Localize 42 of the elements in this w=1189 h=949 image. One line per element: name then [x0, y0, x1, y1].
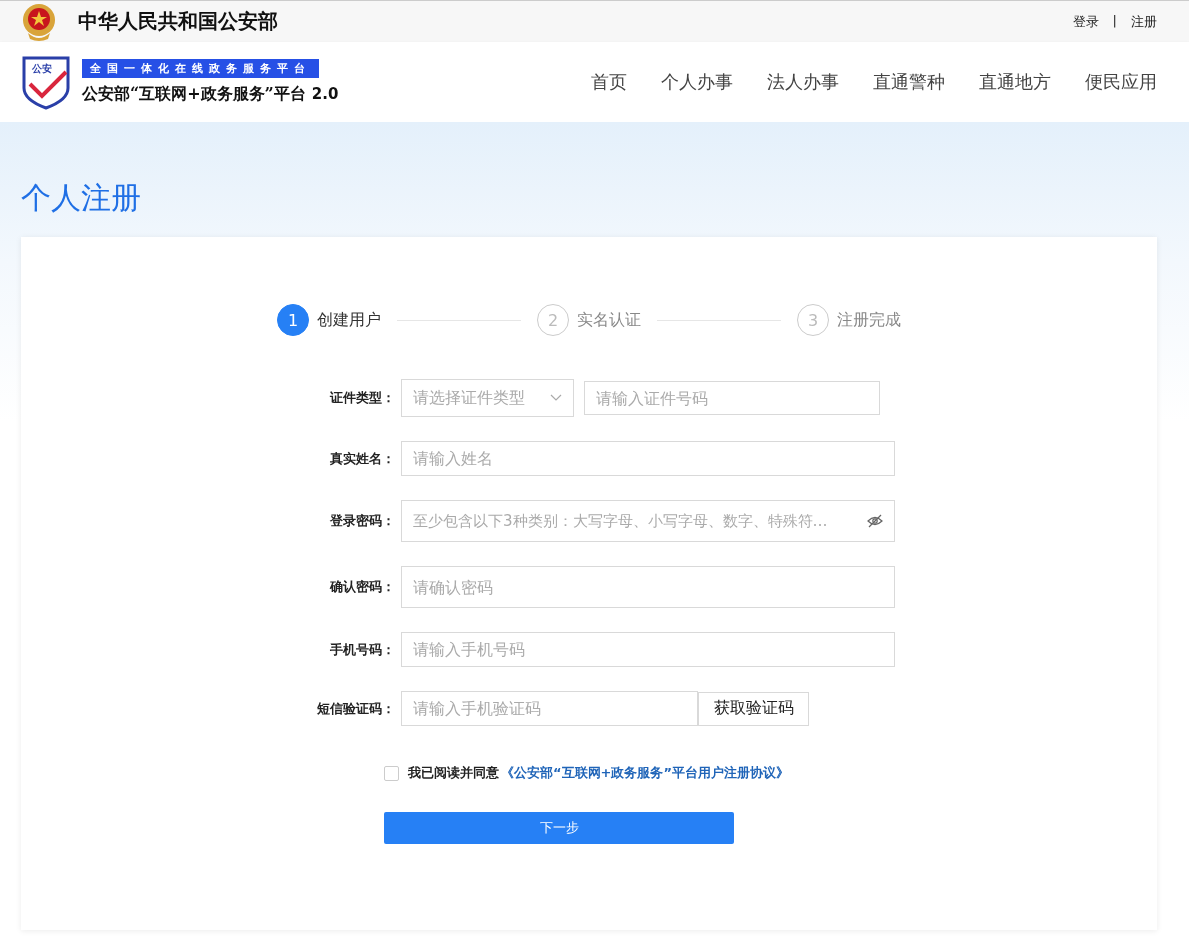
get-code-button[interactable]: 获取验证码	[698, 691, 809, 726]
shield-icon	[20, 54, 72, 110]
field-label: 手机号码：	[329, 640, 396, 659]
site-title: 中华人民共和国公安部	[78, 8, 278, 35]
logo-text: 公安	[32, 62, 52, 76]
input-field[interactable]: 请输入姓名	[401, 441, 895, 476]
password-field[interactable]: 至少包含以下3种类别：大写字母、小写字母、数字、特殊符…	[401, 500, 895, 542]
field-label: 真实姓名：	[329, 449, 396, 468]
next-step-button[interactable]: 下一步	[384, 812, 734, 844]
input-field[interactable]: 请输入手机号码	[401, 632, 895, 667]
nav-item[interactable]: 便民应用	[1085, 70, 1157, 94]
agreement-checkbox[interactable]	[384, 765, 399, 781]
nav-item[interactable]: 直通地方	[979, 70, 1051, 94]
input-field[interactable]: 请输入手机验证码	[401, 691, 698, 726]
field-label: 短信验证码：	[316, 699, 396, 718]
step-label: 创建用户	[317, 309, 381, 331]
field-label: 证件类型：	[328, 389, 396, 407]
input-field[interactable]: 请确认密码	[401, 566, 895, 608]
nav-item[interactable]: 个人办事	[661, 70, 733, 94]
platform-name: 公安部“互联网+政务服务”平台	[82, 84, 306, 105]
agreement-text: 我已阅读并同意	[408, 764, 499, 782]
emblem-icon	[22, 2, 56, 41]
field-label: 确认密码：	[328, 578, 396, 596]
chevron-down-icon	[550, 394, 562, 402]
step-label: 注册完成	[837, 309, 901, 331]
step-number: 1	[277, 304, 309, 336]
platform-version: 2.0	[311, 85, 339, 103]
input-field[interactable]: 请输入证件号码	[584, 381, 880, 415]
nav-item[interactable]: 法人办事	[767, 70, 839, 94]
page-title: 个人注册	[21, 179, 142, 217]
platform-badge: 全国一体化在线政务服务平台	[82, 59, 319, 78]
step-number: 2	[537, 304, 569, 336]
register-link[interactable]: 注册	[1131, 12, 1157, 31]
step-label: 实名认证	[577, 309, 641, 331]
nav-item[interactable]: 首页	[591, 70, 627, 94]
step-number: 3	[797, 304, 829, 336]
link-separator: |	[1112, 12, 1117, 30]
login-link[interactable]: 登录	[1072, 12, 1099, 31]
eye-off-icon[interactable]	[867, 514, 883, 528]
field-label: 登录密码：	[329, 512, 396, 530]
nav-item[interactable]: 直通警种	[873, 70, 945, 94]
agreement-link[interactable]: 《公安部“互联网+政务服务”平台用户注册协议》	[501, 764, 789, 782]
